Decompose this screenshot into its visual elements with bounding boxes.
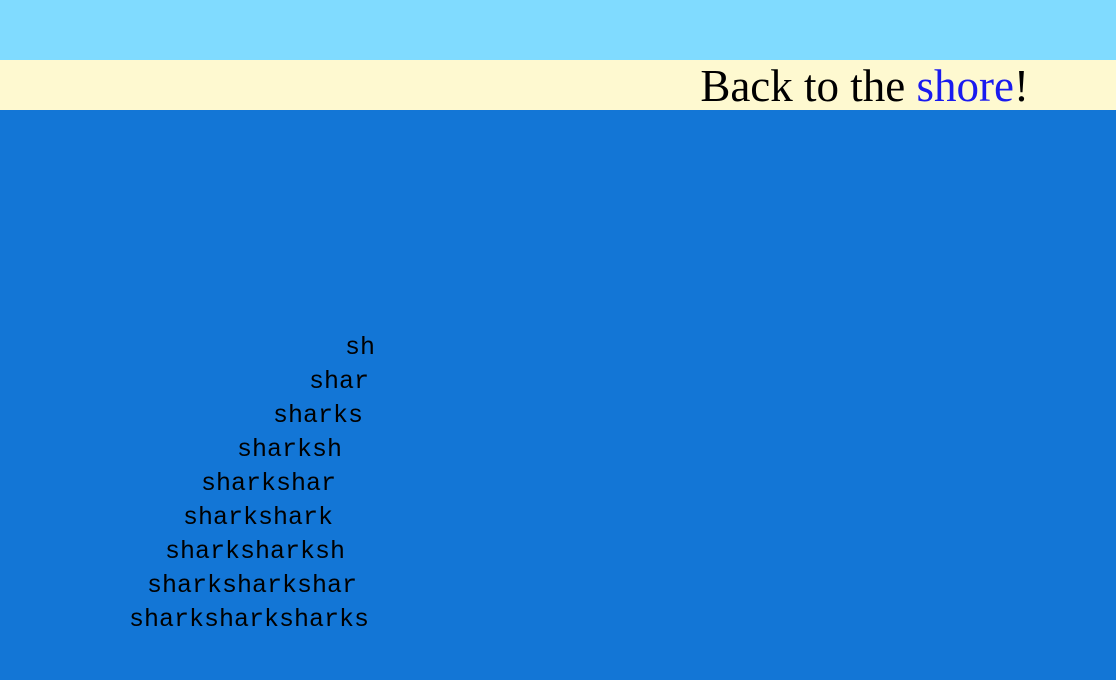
shark-line: sharksh xyxy=(237,435,343,464)
shark-line: sharksharksh xyxy=(165,537,346,566)
shark-line: sharksharksharks xyxy=(129,605,370,634)
shark-line: shar xyxy=(309,367,370,396)
shore-link[interactable]: shore xyxy=(917,61,1014,111)
shark-line: sharkshark xyxy=(183,503,334,532)
sky-band xyxy=(0,0,1116,60)
shark-line: sharks xyxy=(273,401,364,430)
banner-prefix: Back to the xyxy=(700,61,917,111)
shark-line: sharkshar xyxy=(201,469,337,498)
banner-suffix: ! xyxy=(1014,61,1029,111)
shark-line: sh xyxy=(345,333,376,362)
header-banner: Back to the shore! xyxy=(0,60,1116,111)
shark-line: sharksharkshar xyxy=(147,571,358,600)
back-to-shore-text: Back to the shore! xyxy=(700,60,1029,111)
